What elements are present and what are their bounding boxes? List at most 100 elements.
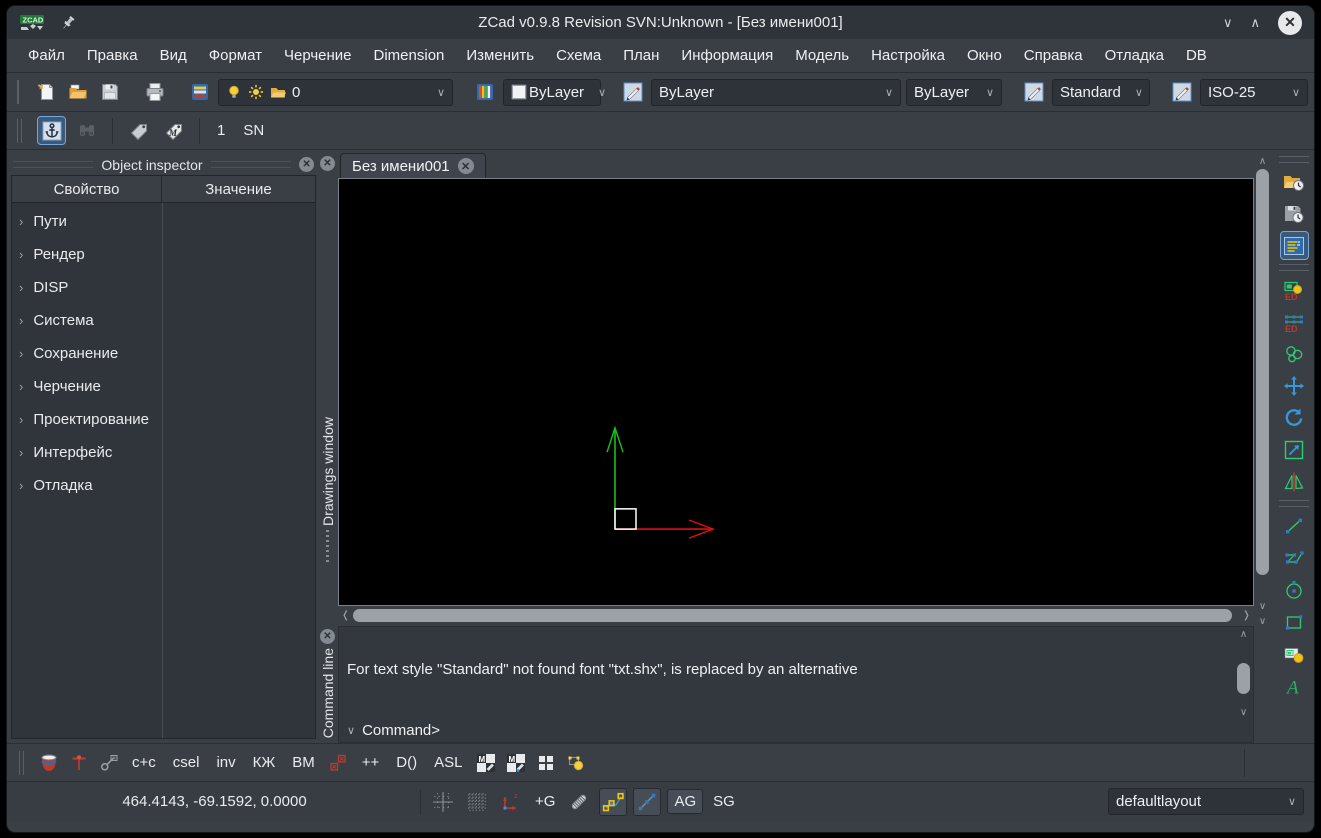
anchor-button[interactable]: [38, 117, 65, 144]
scroll-left-icon[interactable]: ❬: [339, 610, 352, 621]
sg-toggle[interactable]: SG: [709, 793, 739, 810]
menu-item[interactable]: Окно: [956, 43, 1013, 68]
rotate-button[interactable]: [1281, 404, 1308, 431]
group-button[interactable]: [562, 749, 589, 776]
menu-item[interactable]: Отладка: [1094, 43, 1175, 68]
inspector-row[interactable]: ›Отладка: [12, 469, 315, 502]
drawing-tab[interactable]: Без имени001 ✕: [340, 153, 486, 178]
edit-nodes-button[interactable]: ED: [1281, 308, 1308, 335]
expand-icon[interactable]: ›: [19, 346, 23, 361]
copy-button[interactable]: [1281, 340, 1308, 367]
quick-button[interactable]: ВМ: [285, 751, 322, 774]
menu-item[interactable]: Информация: [670, 43, 784, 68]
text-button[interactable]: A: [1281, 672, 1308, 699]
save-time-button[interactable]: [1281, 200, 1308, 227]
quick-button[interactable]: ++: [355, 751, 387, 774]
dim-style-select[interactable]: ISO-25 ∨: [1200, 79, 1308, 106]
move-button[interactable]: [1281, 372, 1308, 399]
command-close-icon[interactable]: ✕: [320, 629, 335, 644]
inspector-row[interactable]: ›Проектирование: [12, 403, 315, 436]
expand-icon[interactable]: ›: [19, 247, 23, 262]
inspector-row[interactable]: ›Рендер: [12, 238, 315, 271]
block-button[interactable]: [1281, 640, 1308, 667]
binoculars-button[interactable]: [73, 117, 100, 144]
menu-item[interactable]: Черчение: [273, 43, 363, 68]
mirror-button[interactable]: [1281, 468, 1308, 495]
four-squares-button[interactable]: [532, 749, 559, 776]
horizontal-scrollbar[interactable]: ❬ ❭: [338, 606, 1254, 623]
command-scrollbar[interactable]: ∧ ∨: [1236, 629, 1251, 718]
node-edit-toggle[interactable]: [599, 788, 627, 816]
print-button[interactable]: [141, 79, 168, 106]
vertical-scrollbar[interactable]: ∧ ∨: [1255, 156, 1270, 612]
quick-button[interactable]: КЖ: [246, 751, 283, 774]
expand-icon[interactable]: ›: [19, 412, 23, 427]
expand-icon[interactable]: ›: [19, 445, 23, 460]
expand-icon[interactable]: ›: [19, 214, 23, 229]
menu-item[interactable]: DB: [1175, 43, 1218, 68]
hatch-m-button[interactable]: M: [472, 749, 499, 776]
linetype-select[interactable]: ByLayer ∨: [651, 79, 901, 106]
menu-item[interactable]: Формат: [198, 43, 273, 68]
drag-handle[interactable]: [326, 530, 329, 564]
scrollbar-thumb[interactable]: [1256, 169, 1269, 575]
menu-item[interactable]: Справка: [1013, 43, 1094, 68]
linetype-style-button[interactable]: [619, 79, 646, 106]
save-file-button[interactable]: [96, 79, 123, 106]
menu-item[interactable]: Правка: [76, 43, 149, 68]
tab-close-icon[interactable]: ✕: [458, 158, 474, 174]
rectangle-button[interactable]: [1281, 608, 1308, 635]
toolbar-grip[interactable]: [1279, 264, 1309, 271]
drawings-close-icon[interactable]: ✕: [320, 156, 335, 171]
layer-select[interactable]: 0 ∨: [218, 79, 453, 106]
menu-item[interactable]: Файл: [17, 43, 76, 68]
color-palette-button[interactable]: [471, 79, 498, 106]
grid-label[interactable]: +G: [531, 793, 559, 810]
layout-select[interactable]: defaultlayout ∨: [1108, 788, 1304, 815]
text-style-select[interactable]: Standard ∨: [1052, 79, 1150, 106]
menu-item[interactable]: Схема: [545, 43, 612, 68]
ucs-axes-toggle[interactable]: z: [497, 788, 525, 816]
minimize-button[interactable]: ∨: [1223, 15, 1233, 31]
dim-style-button[interactable]: [1168, 79, 1195, 106]
text-style-button[interactable]: [1020, 79, 1047, 106]
quick-button[interactable]: ASL: [427, 751, 469, 774]
scale-button[interactable]: [1281, 436, 1308, 463]
open-file-button[interactable]: [64, 79, 91, 106]
inspector-row[interactable]: ›Сохранение: [12, 337, 315, 370]
hatch-m2-button[interactable]: M: [502, 749, 529, 776]
menu-item[interactable]: Изменить: [455, 43, 545, 68]
undo-button[interactable]: [1313, 79, 1315, 106]
toolbar-grip[interactable]: [17, 80, 19, 104]
color-select[interactable]: ByLayer ∨: [503, 79, 601, 106]
menu-item[interactable]: Dimension: [363, 43, 456, 68]
inspector-row[interactable]: ›Система: [12, 304, 315, 337]
scroll-down-icon[interactable]: ∨: [1256, 601, 1269, 612]
tag-m-button[interactable]: M: [160, 117, 187, 144]
edit-entity-button[interactable]: ED: [1281, 276, 1308, 303]
drawing-canvas[interactable]: [338, 178, 1254, 606]
node-snap-toggle[interactable]: [633, 788, 661, 816]
circle-button[interactable]: [1281, 576, 1308, 603]
column-header[interactable]: Свойство: [12, 176, 162, 202]
quick-button[interactable]: csel: [166, 751, 207, 774]
polyline-button[interactable]: [1281, 544, 1308, 571]
maximize-button[interactable]: ∧: [1250, 15, 1260, 31]
red-squares-button[interactable]: [325, 749, 352, 776]
scrollbar-thumb[interactable]: [1237, 663, 1250, 694]
scroll-down-icon[interactable]: ∨: [1237, 707, 1250, 718]
expand-icon[interactable]: ›: [19, 478, 23, 493]
options-list-button[interactable]: [1281, 232, 1308, 259]
expand-icon[interactable]: ›: [19, 379, 23, 394]
key-button[interactable]: [95, 749, 122, 776]
toolbar-grip[interactable]: [19, 751, 24, 775]
inspector-row[interactable]: ›Черчение: [12, 370, 315, 403]
grid-toggle[interactable]: [429, 788, 457, 816]
menu-item[interactable]: План: [612, 43, 670, 68]
menu-item[interactable]: Вид: [149, 43, 198, 68]
tag-button[interactable]: [125, 117, 152, 144]
quick-button[interactable]: c+c: [125, 751, 163, 774]
ag-toggle[interactable]: AG: [667, 789, 703, 814]
command-prompt[interactable]: ∨ Command>: [347, 718, 1253, 742]
inspector-titlebar[interactable]: Object inspector ✕: [11, 154, 316, 175]
